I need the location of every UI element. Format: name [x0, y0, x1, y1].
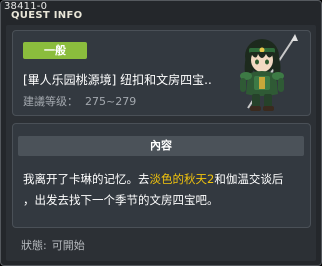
status-value: 可開始 — [51, 239, 85, 252]
quest-status: 狀態: 可開始 — [21, 237, 85, 253]
npc-portrait-icon — [240, 34, 298, 111]
quest-description: 我离开了卡琳的记忆。去淡色的秋天2和伽温交谈后 ，出发去找下一个季节的文房四宝吧… — [23, 169, 308, 211]
level-range: 275~279 — [85, 95, 137, 108]
map-link[interactable]: 淡色的秋天2 — [150, 172, 215, 186]
quest-category-badge: 一般 — [23, 42, 87, 59]
level-label: 建議等级： — [23, 95, 78, 108]
level-requirement: 建議等级： 275~279 — [23, 93, 136, 109]
quest-name: [畢人乐园桃源境] 纽扣和文房四宝.. — [23, 73, 212, 87]
window-title: QUEST INFO — [11, 10, 83, 21]
description-text: 和伽温交谈后 — [214, 172, 284, 186]
description-text: 我离开了卡琳的记忆。去 — [23, 172, 150, 186]
status-label: 狀態: — [21, 239, 47, 252]
title-bar[interactable]: 38411-0 QUEST INFO — [1, 1, 321, 23]
quest-info-window: 38411-0 QUEST INFO 一般 [畢人乐园桃源境] 纽扣和文房四宝.… — [0, 0, 322, 266]
description-text: ，出发去找下一个季节的文房四宝吧。 — [23, 193, 219, 207]
content-header: 內容 — [18, 136, 304, 156]
